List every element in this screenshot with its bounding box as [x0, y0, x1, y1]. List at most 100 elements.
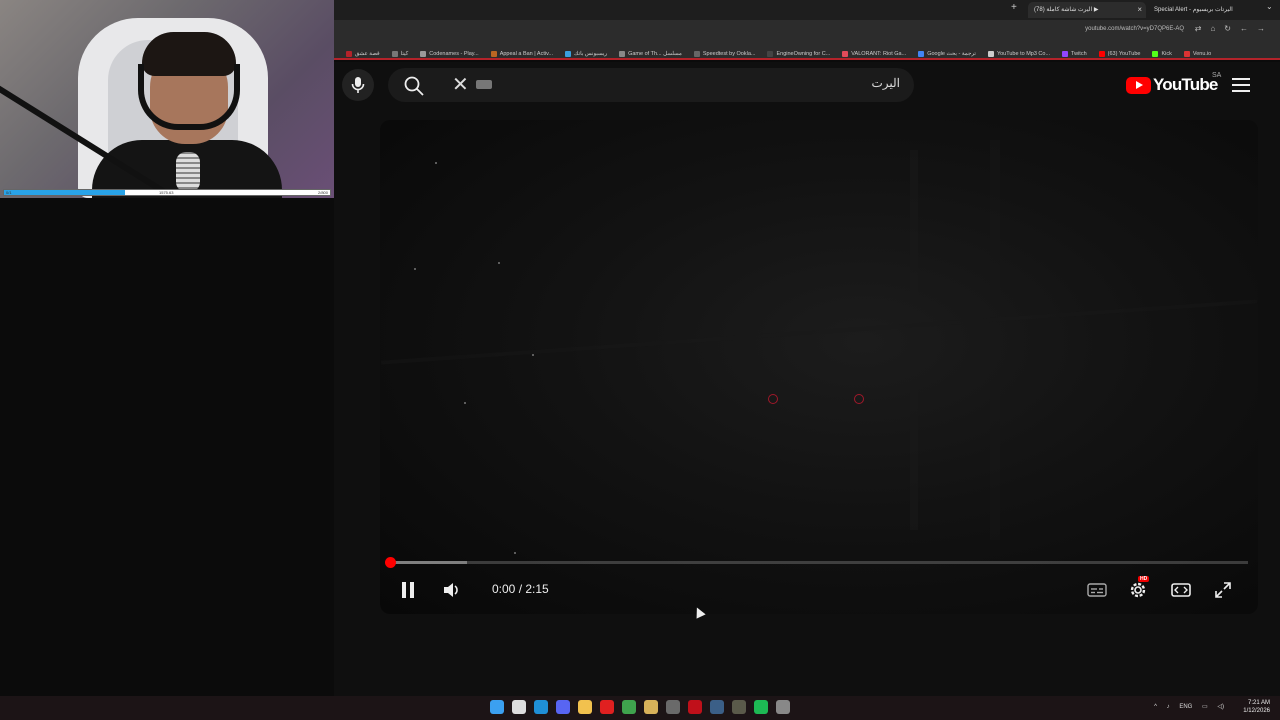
microphone-icon — [351, 77, 365, 93]
headset-icon — [138, 64, 240, 130]
bookmark-item[interactable]: Google ترجمة - بحث — [918, 46, 976, 58]
app-obs-icon[interactable] — [666, 700, 680, 714]
chevron-up-icon[interactable]: ^ — [1154, 704, 1157, 710]
home-icon[interactable]: ⌂ — [1210, 24, 1224, 33]
bookmark-favicon-icon — [767, 50, 774, 57]
mute-button[interactable] — [440, 578, 464, 602]
clock-date: 1/12/2026 — [1243, 708, 1270, 714]
forward-icon[interactable]: → — [1257, 24, 1274, 33]
bookmark-item[interactable]: قصة عشق — [346, 46, 380, 58]
bookmark-favicon-icon — [918, 50, 925, 57]
back-icon[interactable]: ← — [1240, 24, 1257, 33]
address-bar[interactable]: youtube.com/watch?v=yD7QP6E-AQ — [1085, 26, 1184, 32]
bookmark-item[interactable]: EngineOwning for C... — [767, 46, 830, 58]
reload-icon[interactable]: ↻ — [1224, 24, 1240, 33]
taskbar-apps — [490, 700, 798, 714]
bookmark-favicon-icon — [346, 50, 352, 57]
keyboard-icon[interactable] — [476, 80, 492, 89]
tab-list-icon[interactable]: ⌄ — [1266, 2, 1273, 11]
video-player[interactable]: 0:00 / 2:15 HD — [380, 120, 1258, 614]
bookmark-favicon-icon — [1152, 50, 1159, 57]
youtube-header: ✕ اليرت YouTube SA — [334, 62, 1280, 110]
bookmark-item[interactable]: Game of Th... مسلسل — [619, 46, 682, 58]
bookmark-item[interactable]: كيتا — [391, 46, 408, 58]
tab-active[interactable]: اليرت شاشة كاملة (78) ▶ × — [1028, 2, 1146, 18]
theater-mode-icon — [1171, 583, 1191, 597]
page-scrollbar[interactable] — [1274, 62, 1280, 696]
glowing-eye — [768, 394, 778, 404]
voice-search-button[interactable] — [342, 69, 374, 101]
bookmark-favicon-icon — [619, 50, 626, 57]
edge-icon[interactable] — [534, 700, 548, 714]
bookmark-favicon-icon — [1098, 50, 1105, 57]
webcam-overlay: 0/1 1575.63 2/800 — [0, 0, 334, 198]
translate-icon[interactable]: ⇄ — [1195, 24, 1211, 33]
bookmark-item[interactable]: Twitch — [1062, 46, 1087, 58]
bookmark-item[interactable]: YouTube to Mp3 Co... — [987, 46, 1050, 58]
clear-search-icon[interactable]: ✕ — [452, 75, 469, 95]
bookmark-item[interactable]: Appeal a Ban | Activ... — [490, 46, 553, 58]
pause-icon — [402, 582, 414, 598]
progress-bar[interactable] — [390, 561, 1248, 564]
duration: 2:15 — [525, 582, 549, 596]
browser-tabstrip: + اليرت شاشة كاملة (78) ▶ × Special Aler… — [334, 0, 1280, 20]
bookmark-favicon-icon — [565, 50, 572, 57]
netflix-icon[interactable] — [688, 700, 702, 714]
current-time: 0:00 — [492, 582, 516, 596]
taskbar-clock[interactable]: 7:21 AM 1/12/2026 — [1243, 699, 1270, 715]
app-yellow-icon[interactable] — [644, 700, 658, 714]
hamburger-menu-icon[interactable] — [1232, 78, 1250, 96]
country-code: SA — [1212, 72, 1222, 79]
bookmark-item[interactable]: (63) YouTube — [1098, 46, 1140, 58]
chrome-icon[interactable] — [776, 700, 790, 714]
new-tab-button[interactable]: + — [1011, 2, 1017, 13]
speaker-icon[interactable]: ◁) — [1217, 704, 1224, 710]
youtube-app-icon[interactable] — [600, 700, 614, 714]
bookmark-item[interactable]: ريسبونس باتك — [565, 46, 607, 58]
pause-button[interactable] — [396, 578, 420, 602]
bookmark-favicon-icon — [490, 50, 497, 57]
volume-icon — [444, 583, 458, 597]
goal-bar-mid: 1575.63 — [159, 190, 174, 195]
network-icon[interactable]: ▭ — [1202, 704, 1208, 710]
task-view-icon[interactable] — [512, 700, 526, 714]
xbox-icon[interactable] — [622, 700, 636, 714]
stream-goal-bar: 0/1 1575.63 2/800 — [3, 189, 331, 196]
goal-bar-right: 2/800 — [317, 190, 328, 195]
time-display: 0:00 / 2:15 — [492, 582, 549, 596]
bookmark-favicon-icon — [1183, 50, 1190, 57]
language-indicator[interactable]: ENG — [1179, 704, 1192, 710]
bookmark-favicon-icon — [987, 50, 994, 57]
glowing-eye — [854, 394, 864, 404]
bookmark-favicon-icon — [391, 50, 398, 57]
close-tab-icon[interactable]: × — [1137, 2, 1142, 18]
steam-icon[interactable] — [710, 700, 724, 714]
fullscreen-button[interactable] — [1211, 578, 1235, 602]
bookmark-item[interactable]: Venu.io — [1183, 46, 1211, 58]
theater-mode-button[interactable] — [1169, 578, 1193, 602]
goal-bar-left: 0/1 — [6, 190, 12, 195]
search-input[interactable]: اليرت — [871, 76, 900, 90]
youtube-logo-text: YouTube — [1153, 75, 1218, 94]
tab-special-alert[interactable]: Special Alert - اليرتات بريسيوم — [1148, 2, 1264, 18]
discord-icon[interactable] — [556, 700, 570, 714]
progress-scrubber[interactable] — [385, 557, 396, 568]
settings-button[interactable]: HD — [1126, 576, 1150, 602]
stream-goal-fill — [4, 190, 125, 195]
youtube-logo[interactable]: YouTube — [1126, 75, 1218, 95]
microphone-tray-icon[interactable]: ♪ — [1167, 704, 1170, 710]
browser-toolbar: youtube.com/watch?v=yD7QP6E-AQ ⇄⌂↻←→ — [334, 20, 1280, 42]
app-media-icon[interactable] — [732, 700, 746, 714]
bookmark-item[interactable]: Codenames - Play... — [420, 46, 479, 58]
search-icon[interactable] — [404, 76, 424, 96]
tab-title: Special Alert - اليرتات بريسيوم — [1154, 7, 1233, 13]
windows-start-icon[interactable] — [490, 700, 504, 714]
search-box[interactable]: ✕ اليرت — [388, 68, 914, 102]
bookmark-item[interactable]: VALORANT: Riot Ga... — [842, 46, 906, 58]
bookmark-item[interactable]: Kick — [1152, 46, 1172, 58]
bookmark-item[interactable]: Speedtest by Ookla... — [693, 46, 755, 58]
subtitles-button[interactable] — [1085, 578, 1109, 602]
bookmark-favicon-icon — [842, 50, 849, 57]
file-explorer-icon[interactable] — [578, 700, 592, 714]
spotify-icon[interactable] — [754, 700, 768, 714]
